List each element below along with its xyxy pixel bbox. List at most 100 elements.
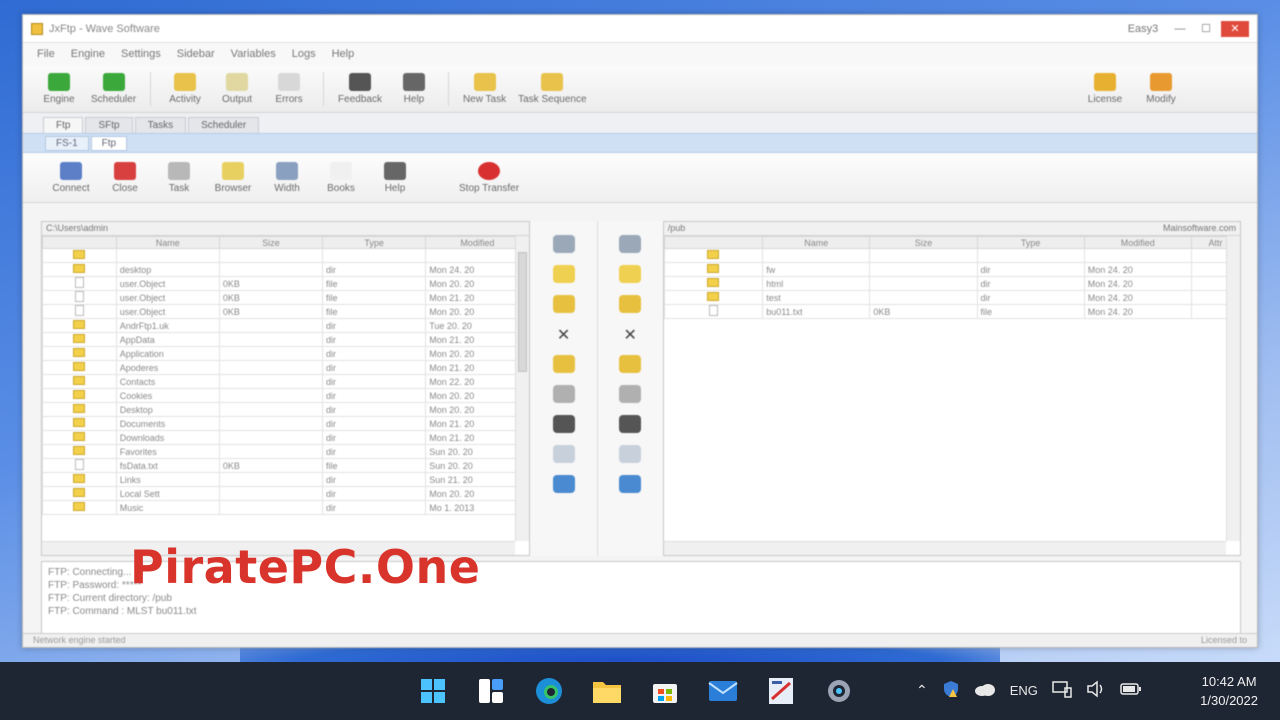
tab-scheduler[interactable]: Scheduler: [188, 117, 260, 133]
column-header[interactable]: Type: [322, 236, 427, 249]
menu-settings[interactable]: Settings: [121, 48, 161, 60]
feedback-button[interactable]: Feedback: [334, 71, 386, 107]
extra-control-label[interactable]: Easy3: [1121, 21, 1165, 37]
rename-icon[interactable]: [552, 355, 575, 373]
table-row[interactable]: desktop dir Mon 24. 20: [42, 262, 530, 277]
new-task-button[interactable]: New Task: [459, 71, 510, 107]
width-button[interactable]: Width: [263, 160, 311, 196]
engine-button[interactable]: Engine: [35, 71, 83, 107]
table-row[interactable]: [42, 248, 530, 263]
table-row[interactable]: bu011.txt 0KB file Mon 24. 20: [663, 304, 1241, 319]
view-icon[interactable]: [619, 385, 642, 403]
menu-engine[interactable]: Engine: [71, 48, 105, 60]
license-button[interactable]: License: [1081, 71, 1129, 107]
table-row[interactable]: fw dir Mon 24. 20: [663, 262, 1241, 277]
close-button[interactable]: Close: [101, 160, 149, 196]
table-row[interactable]: Links dir Sun 21. 20: [42, 472, 530, 487]
file-explorer-icon[interactable]: [588, 674, 626, 708]
table-row[interactable]: Downloads dir Mon 21. 20: [42, 430, 530, 445]
table-row[interactable]: fsData.txt 0KB file Sun 20. 20: [42, 458, 530, 473]
menu-variables[interactable]: Variables: [231, 48, 276, 60]
mail-icon[interactable]: [704, 674, 742, 708]
modify-button[interactable]: Modify: [1137, 71, 1185, 107]
table-row[interactable]: [663, 248, 1241, 263]
column-header[interactable]: Type: [976, 236, 1085, 249]
chevron-up-icon[interactable]: ⌃: [916, 682, 928, 699]
minimize-button[interactable]: —: [1169, 21, 1191, 37]
scheduler-button[interactable]: Scheduler: [87, 71, 140, 107]
remote-vertical-scrollbar[interactable]: [1226, 236, 1241, 541]
sync-icon[interactable]: [619, 475, 642, 493]
security-warning-icon[interactable]: [942, 680, 960, 701]
column-header[interactable]: Modified: [1083, 236, 1192, 249]
remote-path-bar[interactable]: /pub Mainsoftware.com: [663, 222, 1241, 236]
table-row[interactable]: Music dir Mo 1. 2013: [42, 500, 530, 515]
folder-icon[interactable]: [619, 265, 642, 283]
table-row[interactable]: Favorites dir Sun 20. 20: [42, 444, 530, 459]
windows-start-icon[interactable]: [414, 674, 452, 708]
help-button[interactable]: Help: [371, 160, 419, 196]
task-sequence-button[interactable]: Task Sequence: [514, 71, 590, 107]
column-header[interactable]: [663, 236, 764, 249]
edit-icon[interactable]: [552, 415, 575, 433]
menu-help[interactable]: Help: [332, 48, 355, 60]
taskbar-clock[interactable]: 10:42 AM 1/30/2022: [1200, 672, 1258, 710]
output-button[interactable]: Output: [213, 71, 261, 107]
ftp-app-icon[interactable]: [762, 674, 800, 708]
delete-icon[interactable]: ✕: [553, 325, 575, 344]
table-row[interactable]: html dir Mon 24. 20: [663, 276, 1241, 291]
table-row[interactable]: Apoderes dir Mon 21. 20: [42, 360, 530, 375]
folder-icon[interactable]: [552, 265, 575, 283]
table-row[interactable]: Desktop dir Mon 20. 20: [42, 402, 530, 417]
close-button[interactable]: ✕: [1221, 20, 1249, 37]
tab-ftp[interactable]: Ftp: [43, 117, 84, 133]
table-row[interactable]: AndrFtp1.uk dir Tue 20. 20: [42, 318, 530, 333]
edge-icon[interactable]: [530, 674, 568, 708]
column-header[interactable]: [42, 236, 117, 249]
task-button[interactable]: Task: [155, 160, 203, 196]
view-icon[interactable]: [552, 385, 575, 403]
menu-file[interactable]: File: [37, 48, 55, 60]
onedrive-cloud-icon[interactable]: [974, 682, 996, 699]
table-row[interactable]: user.Object 0KB file Mon 20. 20: [42, 276, 530, 291]
connect-button[interactable]: Connect: [47, 160, 95, 196]
tab-tasks[interactable]: Tasks: [134, 117, 187, 133]
refresh-icon[interactable]: [619, 235, 642, 253]
network-icon[interactable]: [1052, 680, 1072, 701]
errors-button[interactable]: Errors: [265, 71, 313, 107]
subtab-ftp[interactable]: Ftp: [90, 135, 128, 151]
store-icon[interactable]: [646, 674, 684, 708]
table-row[interactable]: Documents dir Mon 21. 20: [42, 416, 530, 431]
activity-button[interactable]: Activity: [161, 71, 209, 107]
local-vertical-scrollbar[interactable]: [515, 236, 530, 541]
books-button[interactable]: Books: [317, 160, 365, 196]
volume-icon[interactable]: [1086, 680, 1106, 701]
table-row[interactable]: Cookies dir Mon 20. 20: [42, 388, 530, 403]
table-row[interactable]: user.Object 0KB file Mon 21. 20: [42, 290, 530, 305]
title-bar[interactable]: JxFtp - Wave Software Easy3 — ☐ ✕: [23, 15, 1257, 43]
table-row[interactable]: Application dir Mon 20. 20: [42, 346, 530, 361]
subtab-fs1[interactable]: FS-1: [45, 135, 89, 151]
settings-icon[interactable]: [820, 674, 858, 708]
help-button[interactable]: Help: [390, 71, 438, 107]
folder-open-icon[interactable]: [619, 295, 642, 313]
folder-open-icon[interactable]: [552, 295, 575, 313]
widgets-icon[interactable]: [472, 674, 510, 708]
column-header[interactable]: Size: [218, 236, 324, 249]
delete-icon[interactable]: ✕: [619, 325, 641, 344]
menu-logs[interactable]: Logs: [292, 48, 316, 60]
column-header[interactable]: Name: [762, 236, 871, 249]
table-row[interactable]: Local Sett dir Mon 20. 20: [42, 486, 530, 501]
refresh-icon[interactable]: [552, 235, 575, 253]
browser-button[interactable]: Browser: [209, 160, 257, 196]
rename-icon[interactable]: [619, 355, 642, 373]
column-header[interactable]: Name: [115, 236, 220, 249]
table-row[interactable]: Contacts dir Mon 22. 20: [42, 374, 530, 389]
scroll-thumb[interactable]: [518, 252, 528, 372]
table-row[interactable]: test dir Mon 24. 20: [663, 290, 1241, 305]
search-icon[interactable]: [619, 445, 642, 463]
menu-sidebar[interactable]: Sidebar: [177, 48, 215, 60]
search-icon[interactable]: [552, 445, 575, 463]
stop-transfer-button[interactable]: Stop Transfer: [455, 160, 523, 196]
sync-icon[interactable]: [552, 475, 575, 493]
